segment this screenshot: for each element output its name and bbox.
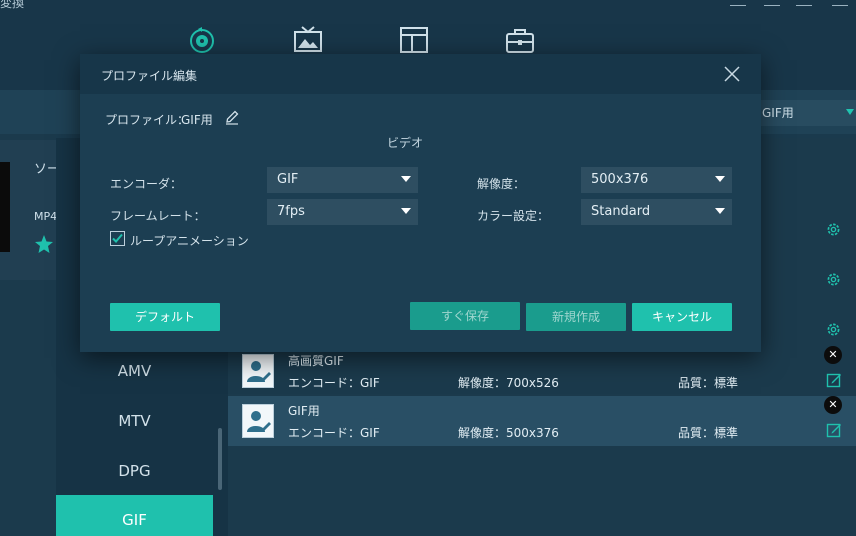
profile-name: 高画質GIF: [288, 354, 344, 368]
source-format: MP4: [34, 210, 58, 223]
color-setting-select[interactable]: Standard: [581, 199, 732, 225]
chevron-down-icon: [401, 176, 411, 182]
save-now-button[interactable]: すぐ保存: [410, 302, 520, 330]
resolution-select[interactable]: 500x376: [581, 167, 732, 193]
mv-icon[interactable]: [292, 24, 324, 56]
profile-resolution: 解像度：500x376: [458, 426, 559, 440]
framerate-value: 7fps: [277, 204, 305, 219]
profile-quality: 品質：標準: [678, 376, 739, 390]
minimize-icon[interactable]: [796, 0, 812, 6]
collage-icon[interactable]: [398, 24, 430, 56]
video-thumbnail[interactable]: [0, 162, 10, 252]
output-profile-select[interactable]: GIF用: [752, 100, 856, 126]
profile-user-icon: [242, 354, 274, 388]
encoder-select[interactable]: GIF: [267, 167, 418, 193]
profile-label: プロファイル：: [105, 113, 190, 127]
framerate-select[interactable]: 7fps: [267, 199, 418, 225]
profile-encode: エンコード：GIF: [288, 376, 380, 390]
dialog-title: プロファイル編集: [101, 69, 198, 83]
profile-row[interactable]: 高画質GIF エンコード：GIF 解像度：700x526 品質：標準 ✕: [228, 346, 856, 396]
edit-icon[interactable]: [826, 372, 842, 388]
encoder-value: GIF: [277, 172, 299, 187]
edit-icon[interactable]: [826, 422, 842, 438]
profile-user-icon: [242, 404, 274, 438]
convert-icon[interactable]: [186, 24, 218, 56]
gear-icon[interactable]: [825, 221, 842, 238]
loop-animation-checkbox[interactable]: [110, 231, 125, 246]
color-setting-value: Standard: [591, 204, 651, 219]
default-button[interactable]: デフォルト: [110, 303, 220, 331]
menu-icon[interactable]: [764, 0, 780, 6]
chevron-down-icon: [401, 208, 411, 214]
format-list-scrollbar[interactable]: [218, 428, 222, 490]
profile-resolution: 解像度：700x526: [458, 376, 559, 390]
resolution-label: 解像度：: [477, 177, 526, 191]
pencil-icon[interactable]: [224, 109, 240, 125]
resolution-value: 500x376: [591, 172, 649, 187]
gear-icon[interactable]: [825, 271, 842, 288]
profile-edit-dialog: プロファイル編集 プロファイル： GIF用 ビデオ エンコーダ： GIF フレー…: [80, 54, 761, 352]
format-item-dpg[interactable]: DPG: [56, 446, 213, 496]
new-profile-button[interactable]: 新規作成: [526, 303, 626, 331]
chevron-down-icon: [715, 176, 725, 182]
cancel-button[interactable]: キャンセル: [632, 303, 732, 331]
format-item-gif[interactable]: GIF: [56, 495, 213, 536]
output-profile-value: GIF用: [762, 106, 794, 120]
close-icon[interactable]: [723, 65, 741, 83]
format-item-amv[interactable]: AMV: [56, 346, 213, 396]
chevron-down-icon: [715, 208, 725, 214]
framerate-label: フレームレート：: [110, 209, 206, 223]
loop-animation-label: ループアニメーション: [130, 234, 249, 248]
toolbox-icon[interactable]: [504, 24, 536, 56]
dialog-header: プロファイル編集: [80, 54, 761, 94]
profile-row-selected[interactable]: GIF用 エンコード：GIF 解像度：500x376 品質：標準 ✕: [228, 396, 856, 446]
star-icon[interactable]: [34, 234, 54, 254]
profile-name-value: GIF用: [181, 113, 213, 127]
format-item-mtv[interactable]: MTV: [56, 396, 213, 446]
color-setting-label: カラー設定：: [477, 209, 550, 223]
feedback-icon[interactable]: [730, 0, 746, 6]
maximize-icon[interactable]: [832, 0, 848, 6]
gear-icon[interactable]: [825, 321, 842, 338]
encoder-label: エンコーダ：: [110, 177, 183, 191]
delete-icon[interactable]: ✕: [824, 346, 842, 364]
video-section-title: ビデオ: [386, 136, 423, 150]
app-title: 変換: [0, 0, 25, 10]
profile-encode: エンコード：GIF: [288, 426, 380, 440]
chevron-down-icon: [846, 109, 854, 115]
profile-quality: 品質：標準: [678, 426, 739, 440]
profile-name: GIF用: [288, 404, 320, 418]
delete-icon[interactable]: ✕: [824, 396, 842, 414]
